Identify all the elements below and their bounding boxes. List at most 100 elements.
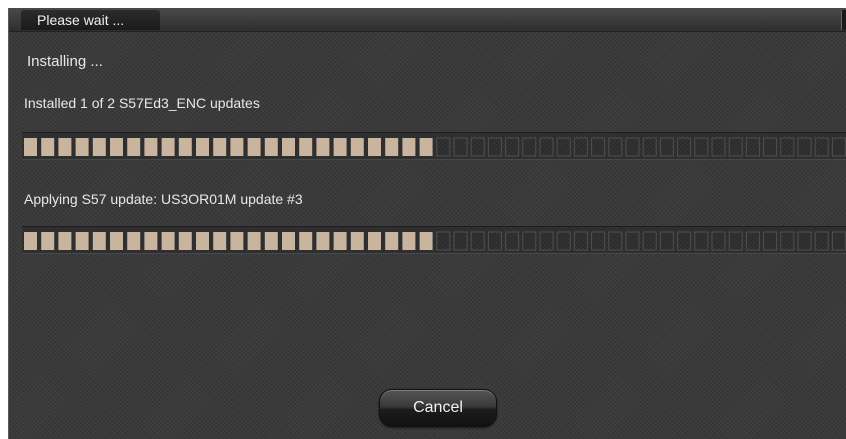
progress-segment-filled xyxy=(161,138,175,156)
progress-segment-filled xyxy=(110,232,123,250)
progress-segment-empty xyxy=(642,231,657,251)
progress-segment-empty xyxy=(831,137,846,157)
dialog-title: Please wait ... xyxy=(21,10,161,30)
progress-segment-empty xyxy=(677,231,692,251)
status-heading: Installing ... xyxy=(27,53,103,70)
progress-segment-filled xyxy=(41,138,55,156)
progress-bar-overall xyxy=(22,132,846,160)
progress-segment-empty xyxy=(487,137,502,157)
progress-segment-empty xyxy=(728,137,743,157)
progress-segment-empty xyxy=(780,231,795,251)
progress-segment-empty xyxy=(436,137,451,157)
progress-segment-filled xyxy=(402,232,416,250)
progress-segment-filled xyxy=(316,138,330,156)
progress-segment-filled xyxy=(247,138,261,156)
progress-segment-filled xyxy=(402,138,416,156)
cancel-button[interactable]: Cancel xyxy=(379,389,497,427)
progress-segment-empty xyxy=(694,137,709,157)
progress-segment-filled xyxy=(350,232,364,250)
progress-segment-filled xyxy=(41,232,55,250)
title-bar[interactable]: Please wait ... xyxy=(9,8,846,32)
progress-segment-empty xyxy=(711,231,726,251)
progress-segment-empty xyxy=(625,231,640,251)
progress-segment-filled xyxy=(368,138,381,156)
progress-segment-filled xyxy=(161,232,175,250)
progress-segment-filled xyxy=(385,138,399,156)
progress-segment-empty xyxy=(625,137,640,157)
progress-segment-filled xyxy=(247,232,261,250)
progress-segment-empty xyxy=(745,231,760,251)
progress-segment-filled xyxy=(75,138,89,156)
progress-segment-filled xyxy=(419,232,433,250)
progress-segment-filled xyxy=(333,232,347,250)
progress-segment-empty xyxy=(797,137,812,157)
progress-segment-empty xyxy=(591,137,606,157)
progress-segment-empty xyxy=(797,231,812,251)
progress-segment-filled xyxy=(58,232,72,250)
progress-segment-empty xyxy=(763,231,778,251)
progress-segment-filled xyxy=(385,232,399,250)
progress-segment-empty xyxy=(814,231,829,251)
progress-segment-filled xyxy=(178,138,192,156)
progress-segment-empty xyxy=(505,137,520,157)
progress-segment-empty xyxy=(470,137,485,157)
progress-segment-filled xyxy=(230,138,244,156)
progress-segment-empty xyxy=(470,231,485,251)
progress-segment-filled xyxy=(92,138,106,156)
progress-segment-filled xyxy=(264,138,278,156)
progress-segment-empty xyxy=(539,231,554,251)
progress-segment-empty xyxy=(556,137,571,157)
progress-segment-empty xyxy=(642,137,657,157)
progress-segment-empty xyxy=(763,137,778,157)
progress-segment-filled xyxy=(282,232,295,250)
progress-segment-filled xyxy=(127,232,141,250)
progress-segment-filled xyxy=(144,232,158,250)
progress-segment-empty xyxy=(831,231,846,251)
progress-segment-filled xyxy=(127,138,141,156)
progress-segment-filled xyxy=(333,138,347,156)
progress-segment-filled xyxy=(144,138,158,156)
progress-segment-empty xyxy=(591,231,606,251)
progress-segment-filled xyxy=(282,138,295,156)
progress-message-current: Applying S57 update: US3OR01M update #3 xyxy=(24,191,303,207)
progress-segment-empty xyxy=(522,231,537,251)
progress-segment-filled xyxy=(213,232,227,250)
progress-segment-filled xyxy=(196,138,209,156)
progress-segment-filled xyxy=(316,232,330,250)
progress-segment-filled xyxy=(419,138,433,156)
progress-segment-filled xyxy=(110,138,123,156)
progress-segment-empty xyxy=(659,231,674,251)
progress-segment-filled xyxy=(264,232,278,250)
progress-segment-empty xyxy=(522,137,537,157)
progress-segment-empty xyxy=(539,137,554,157)
progress-segment-empty xyxy=(745,137,760,157)
progress-segment-filled xyxy=(24,232,37,250)
progress-bar-current xyxy=(22,226,846,254)
progress-segment-empty xyxy=(608,231,623,251)
progress-segment-filled xyxy=(24,138,37,156)
progress-segment-empty xyxy=(694,231,709,251)
progress-segment-filled xyxy=(213,138,227,156)
progress-segment-filled xyxy=(299,232,313,250)
progress-bar-overall-segments xyxy=(24,137,846,157)
install-dialog: Please wait ... Installing ... Installed… xyxy=(8,8,846,439)
progress-segment-empty xyxy=(436,231,451,251)
progress-segment-filled xyxy=(230,232,244,250)
progress-segment-empty xyxy=(487,231,502,251)
progress-segment-empty xyxy=(659,137,674,157)
progress-bar-current-segments xyxy=(24,231,846,251)
progress-segment-empty xyxy=(780,137,795,157)
progress-segment-empty xyxy=(453,137,468,157)
progress-segment-empty xyxy=(728,231,743,251)
progress-segment-filled xyxy=(350,138,364,156)
progress-segment-filled xyxy=(299,138,313,156)
progress-segment-filled xyxy=(58,138,72,156)
title-bar-edge xyxy=(841,10,846,30)
progress-segment-filled xyxy=(196,232,209,250)
progress-segment-empty xyxy=(573,231,588,251)
progress-segment-filled xyxy=(178,232,192,250)
progress-segment-empty xyxy=(453,231,468,251)
progress-message-overall: Installed 1 of 2 S57Ed3_ENC updates xyxy=(24,95,260,111)
progress-segment-empty xyxy=(814,137,829,157)
progress-segment-empty xyxy=(711,137,726,157)
